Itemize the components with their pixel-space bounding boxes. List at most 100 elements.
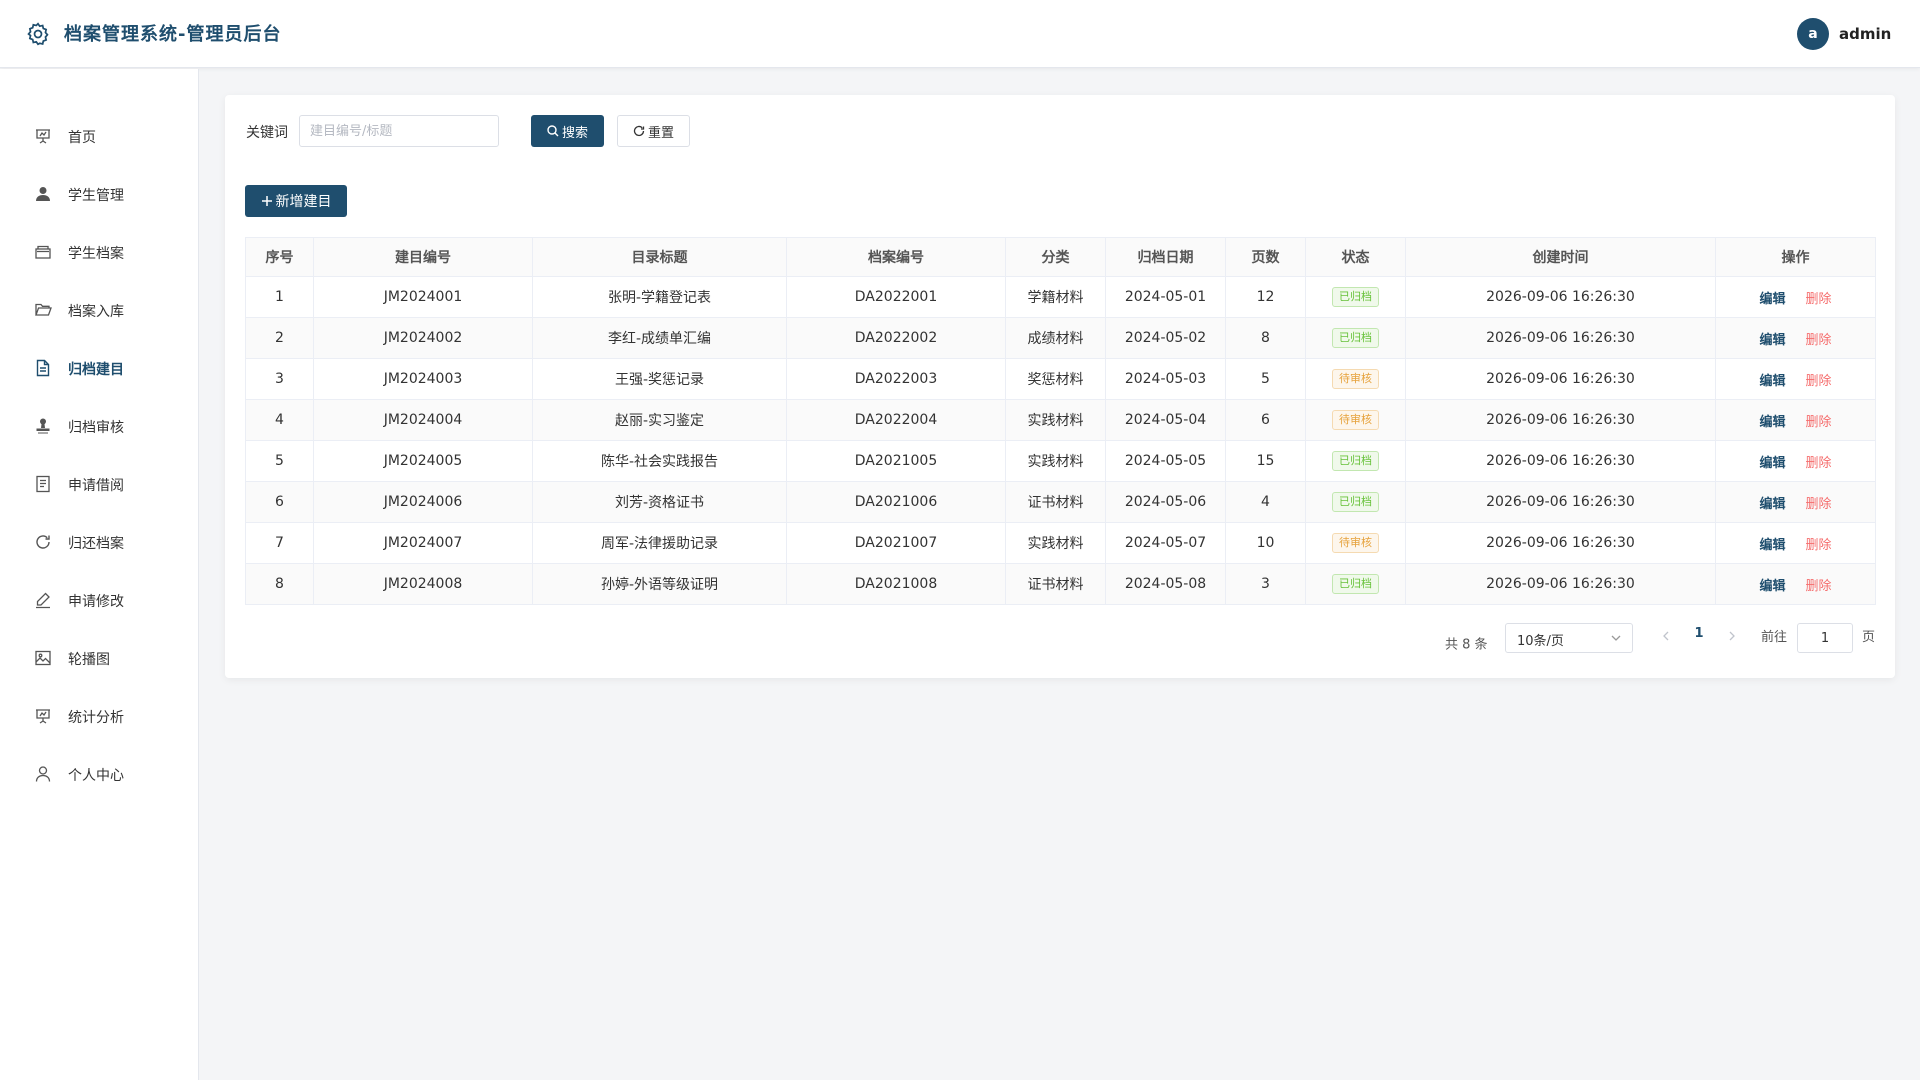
column-header: 归档日期 xyxy=(1105,237,1226,277)
cell-archive-date: 2024-05-06 xyxy=(1105,481,1226,523)
cell-created-time: 2026-09-06 16:26:30 xyxy=(1405,481,1716,523)
column-header: 分类 xyxy=(1005,237,1106,277)
delete-button[interactable]: 删除 xyxy=(1806,538,1832,553)
stamp-icon xyxy=(36,418,50,434)
page-number-current[interactable]: 1 xyxy=(1689,626,1709,641)
cell-page-count: 15 xyxy=(1225,440,1306,482)
cell-created-time: 2026-09-06 16:26:30 xyxy=(1405,399,1716,441)
cell-index: 7 xyxy=(245,522,314,564)
cell-category: 证书材料 xyxy=(1005,481,1106,523)
sidebar-item-statistics[interactable]: 统计分析 xyxy=(0,696,199,736)
cell-category: 学籍材料 xyxy=(1005,276,1106,318)
cell-catalog-title: 赵丽-实习鉴定 xyxy=(532,399,787,441)
cell-entry-code: JM2024001 xyxy=(313,276,533,318)
page-size-select[interactable]: 10条/页 xyxy=(1505,623,1633,653)
cell-archive-code: DA2022003 xyxy=(786,358,1006,400)
edit-button[interactable]: 编辑 xyxy=(1759,579,1785,594)
chevron-left-icon[interactable] xyxy=(1659,629,1673,643)
table-row: 5 JM2024005 陈华-社会实践报告 DA2021005 实践材料 2024-05-… xyxy=(245,440,1876,482)
page-unit-label: 页 xyxy=(1862,630,1876,645)
sidebar-item-home[interactable]: 首页 xyxy=(0,116,199,156)
sidebar-item-label: 归档审核 xyxy=(68,420,124,436)
sidebar-item-archive-storage[interactable]: 档案入库 xyxy=(0,290,199,330)
avatar[interactable]: a xyxy=(1797,18,1829,50)
edit-button[interactable]: 编辑 xyxy=(1759,456,1785,471)
cell-archive-code: DA2021007 xyxy=(786,522,1006,564)
delete-button[interactable]: 删除 xyxy=(1806,374,1832,389)
column-header: 序号 xyxy=(245,237,314,277)
cell-catalog-title: 王强-奖惩记录 xyxy=(532,358,787,400)
column-header: 档案编号 xyxy=(786,237,1006,277)
cell-index: 2 xyxy=(245,317,314,359)
sidebar-item-carousel[interactable]: 轮播图 xyxy=(0,638,199,678)
cell-catalog-title: 张明-学籍登记表 xyxy=(532,276,787,318)
cell-archive-code: DA2022001 xyxy=(786,276,1006,318)
edit-button[interactable]: 编辑 xyxy=(1759,415,1785,430)
delete-button[interactable]: 删除 xyxy=(1806,456,1832,471)
delete-button[interactable]: 删除 xyxy=(1806,497,1832,512)
delete-button[interactable]: 删除 xyxy=(1806,415,1832,430)
search-icon xyxy=(547,125,559,137)
sidebar-item-student-management[interactable]: 学生管理 xyxy=(0,174,199,214)
sidebar-item-student-archive[interactable]: 学生档案 xyxy=(0,232,199,272)
cell-archive-code: DA2021008 xyxy=(786,563,1006,605)
delete-button[interactable]: 删除 xyxy=(1806,579,1832,594)
chevron-right-icon[interactable] xyxy=(1725,629,1739,643)
user-outline-icon xyxy=(35,766,51,782)
sidebar-item-profile[interactable]: 个人中心 xyxy=(0,754,199,794)
search-button[interactable]: 搜索 xyxy=(531,115,604,147)
sidebar-item-label: 学生档案 xyxy=(68,246,124,262)
column-header: 状态 xyxy=(1305,237,1406,277)
cell-archive-date: 2024-05-05 xyxy=(1105,440,1226,482)
gear-icon xyxy=(27,22,49,46)
actions-cell: 编辑 删除 xyxy=(1715,358,1876,400)
cell-category: 奖惩材料 xyxy=(1005,358,1106,400)
sidebar-item-label: 首页 xyxy=(68,130,96,146)
edit-button[interactable]: 编辑 xyxy=(1759,374,1785,389)
username[interactable]: admin xyxy=(1839,25,1891,43)
archive-box-icon xyxy=(35,245,51,259)
edit-button[interactable]: 编辑 xyxy=(1759,333,1785,348)
edit-button[interactable]: 编辑 xyxy=(1759,538,1785,553)
presentation-icon xyxy=(36,129,50,144)
app-title: 档案管理系统-管理员后台 xyxy=(64,24,282,45)
status-badge: 待审核 xyxy=(1332,533,1379,553)
sidebar-item-return-archive[interactable]: 归还档案 xyxy=(0,522,199,562)
cell-archive-date: 2024-05-03 xyxy=(1105,358,1226,400)
page-size-value: 10条/页 xyxy=(1517,634,1564,649)
sidebar-item-archive-review[interactable]: 归档审核 xyxy=(0,406,199,446)
cell-archive-code: DA2022004 xyxy=(786,399,1006,441)
cell-created-time: 2026-09-06 16:26:30 xyxy=(1405,358,1716,400)
sidebar-item-label: 轮播图 xyxy=(68,652,110,668)
sidebar-item-label: 统计分析 xyxy=(68,710,124,726)
sidebar-item-modify-request[interactable]: 申请修改 xyxy=(0,580,199,620)
edit-button[interactable]: 编辑 xyxy=(1759,292,1785,307)
status-badge: 已归档 xyxy=(1332,287,1379,307)
delete-button[interactable]: 删除 xyxy=(1806,333,1832,348)
delete-button[interactable]: 删除 xyxy=(1806,292,1832,307)
keyword-input[interactable] xyxy=(299,115,499,147)
status-cell: 已归档 xyxy=(1305,440,1406,482)
table-row: 2 JM2024002 李红-成绩单汇编 DA2022002 成绩材料 2024-05-0… xyxy=(245,317,1876,359)
sidebar-item-archive-cataloging[interactable]: 归档建目 xyxy=(0,348,199,388)
main-card: 关键词 搜索 重置 新增建目 序号 建目编号 xyxy=(225,95,1895,678)
reset-button[interactable]: 重置 xyxy=(617,115,690,147)
add-entry-button[interactable]: 新增建目 xyxy=(245,185,347,217)
cell-archive-date: 2024-05-01 xyxy=(1105,276,1226,318)
status-badge: 已归档 xyxy=(1332,328,1379,348)
picture-icon xyxy=(35,650,51,666)
cell-entry-code: JM2024004 xyxy=(313,399,533,441)
status-cell: 已归档 xyxy=(1305,563,1406,605)
sidebar-item-borrow-request[interactable]: 申请借阅 xyxy=(0,464,199,504)
edit-button[interactable]: 编辑 xyxy=(1759,497,1785,512)
sidebar-item-label: 申请借阅 xyxy=(68,478,124,494)
actions-cell: 编辑 删除 xyxy=(1715,481,1876,523)
cell-index: 3 xyxy=(245,358,314,400)
table-row: 3 JM2024003 王强-奖惩记录 DA2022003 奖惩材料 2024-05-03… xyxy=(245,358,1876,400)
chart-board-icon xyxy=(36,709,50,724)
chevron-down-icon xyxy=(1611,635,1621,641)
goto-page-input[interactable] xyxy=(1797,623,1853,653)
sidebar-item-label: 档案入库 xyxy=(68,304,124,320)
cell-archive-date: 2024-05-04 xyxy=(1105,399,1226,441)
cell-category: 实践材料 xyxy=(1005,522,1106,564)
